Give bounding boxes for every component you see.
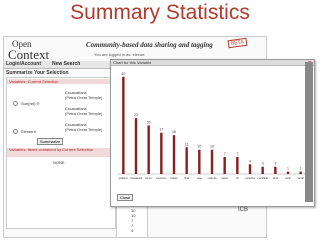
bar-chart: 40phalanx23metatarsal20femur17humerus16r…	[117, 72, 307, 180]
radio-row-3[interactable]	[13, 129, 18, 134]
category-label: ulna	[197, 176, 202, 180]
items-heading: Variables: Items contained by Current Se…	[7, 148, 115, 157]
category-label: mandible	[257, 176, 268, 180]
bar-value-label: 3	[262, 162, 264, 166]
chart-bar	[236, 157, 239, 174]
login-note: You are logged in as: eterwe	[94, 52, 145, 57]
nav-new-search[interactable]: New Search	[52, 61, 80, 68]
row-sub-3: (Petra Great Temple)	[65, 127, 103, 132]
row-sub-2: (Petra Great Temple)	[65, 111, 103, 116]
chart-bar	[185, 147, 188, 174]
chart-bar	[122, 76, 125, 174]
row-label-1: Sun(ret) ®	[21, 101, 40, 106]
category-label: radius	[170, 176, 178, 180]
nav-login-account[interactable]: Login/Account	[6, 61, 41, 68]
bar-value-label: 1	[287, 167, 289, 171]
category-label: tibia	[184, 176, 189, 180]
category-label: humerus	[156, 176, 167, 180]
close-button[interactable]: Close	[117, 194, 134, 201]
category-label: tarsal	[297, 176, 304, 180]
chart-bar	[147, 125, 150, 174]
items-value: NONE	[53, 160, 65, 165]
bar-value-label: 17	[159, 128, 163, 132]
chart-bar	[160, 132, 163, 174]
footer-logo: ICB	[238, 207, 249, 213]
variables-heading: Variables: Current Selection	[7, 79, 115, 84]
chart-window-title: Chart for this Variable	[113, 60, 152, 65]
slide-title: Summary Statistics	[70, 1, 250, 24]
category-label: metatarsal	[130, 176, 143, 180]
row-label-3: Element	[21, 129, 36, 134]
bar-value-label: 10	[210, 145, 214, 149]
chart-bar	[261, 166, 264, 174]
bar-value-label: 16	[172, 130, 176, 134]
category-label: rib	[236, 176, 239, 180]
chart-bar	[210, 149, 214, 174]
chart-bar	[299, 171, 302, 174]
radio-row-1[interactable]	[13, 101, 18, 106]
bar-value-label: 11	[185, 142, 189, 146]
summarize-button[interactable]: Summarize	[37, 138, 64, 145]
category-label: pelvis	[221, 176, 228, 180]
row-sub-1: (Petra Great Temple)	[65, 95, 103, 100]
category-label: vertebra	[245, 176, 255, 180]
chart-bar	[223, 157, 226, 174]
chart-bar	[248, 164, 252, 174]
bar-value-label: 10	[197, 145, 201, 149]
chart-bar	[134, 118, 138, 174]
open-context-logo: Open Context	[8, 39, 66, 62]
bar-value-label: 4	[249, 159, 251, 163]
mid-number: 4	[131, 228, 134, 233]
chart-bar	[198, 149, 201, 174]
category-label: scapula	[208, 176, 217, 180]
chart-window: Chart for this Variable ✕ 40phalanx23met…	[110, 59, 315, 207]
chart-bar	[286, 171, 290, 174]
category-label: tooth	[285, 176, 291, 180]
bar-value-label: 7	[236, 152, 238, 156]
category-label: phalanx	[119, 176, 129, 180]
bar-value-label: 3	[274, 162, 276, 166]
chart-bar	[172, 135, 176, 174]
beta-badge: BETA	[227, 37, 248, 49]
summary-heading: Summarize Your Selection	[6, 70, 69, 76]
scrollbar[interactable]	[305, 62, 313, 202]
bar-value-label: 20	[147, 120, 151, 124]
left-panel: Variables: Current Selection Sun(ret) ® …	[6, 77, 116, 229]
chart-bar	[274, 166, 277, 174]
bar-value-label: 7	[224, 152, 226, 156]
bar-value-label: 23	[134, 113, 138, 117]
banner-text: Community-based data sharing and tagging	[86, 41, 213, 49]
bar-value-label: 1	[300, 167, 302, 171]
category-label: skull	[273, 176, 279, 180]
category-label: femur	[145, 176, 152, 180]
bar-value-label: 40	[121, 72, 125, 76]
